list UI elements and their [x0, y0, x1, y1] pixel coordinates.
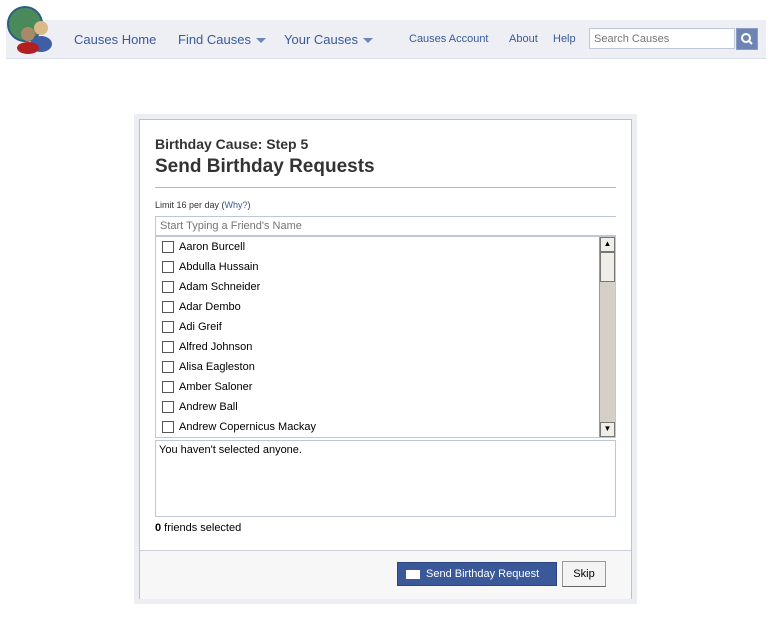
nav-yours-label: Your Causes: [284, 32, 358, 47]
limit-prefix: Limit 16 per day (: [155, 200, 225, 210]
checkbox[interactable]: [162, 421, 174, 433]
nav-about[interactable]: About: [509, 33, 538, 45]
checkbox[interactable]: [162, 241, 174, 253]
friend-name: Andrew Copernicus Mackay: [179, 421, 316, 433]
nav-causes-account[interactable]: Causes Account: [409, 33, 489, 45]
friend-list-item[interactable]: Andrew Copernicus Mackay: [156, 417, 615, 437]
causes-logo-icon[interactable]: [5, 4, 55, 54]
friend-list-item[interactable]: Adam Schneider: [156, 277, 615, 297]
friend-list-item[interactable]: Adi Greif: [156, 317, 615, 337]
limit-text: Limit 16 per day (Why?): [155, 200, 251, 210]
skip-button[interactable]: Skip: [562, 561, 606, 587]
friend-list-item[interactable]: Aaron Burcell: [156, 237, 615, 257]
nav-causes-home[interactable]: Causes Home: [74, 32, 156, 47]
why-link[interactable]: Why?: [225, 200, 248, 210]
send-label: Send Birthday Request: [426, 568, 540, 580]
nav-find-causes[interactable]: Find Causes: [178, 32, 266, 47]
friend-name: Alfred Johnson: [179, 341, 253, 353]
friend-name-input[interactable]: [155, 216, 616, 236]
friend-name: Abdulla Hussain: [179, 261, 259, 273]
page-title: Send Birthday Requests: [155, 156, 375, 177]
friend-name: Adam Schneider: [179, 281, 261, 293]
search-input[interactable]: [589, 28, 735, 49]
nav-your-causes[interactable]: Your Causes: [284, 32, 373, 47]
checkbox[interactable]: [162, 401, 174, 413]
dialog-frame: Birthday Cause: Step 5 Send Birthday Req…: [134, 114, 637, 604]
send-birthday-request-button[interactable]: Send Birthday Request: [397, 562, 557, 586]
chevron-down-icon: [362, 38, 373, 44]
checkbox[interactable]: [162, 321, 174, 333]
selected-count: 0 friends selected: [155, 522, 241, 534]
friend-name: Alisa Eagleston: [179, 361, 255, 373]
scroll-down-icon[interactable]: ▼: [600, 422, 615, 437]
friend-name: Aaron Burcell: [179, 241, 246, 253]
checkbox[interactable]: [162, 261, 174, 273]
count-label: friends selected: [161, 522, 242, 534]
birthday-dialog: Birthday Cause: Step 5 Send Birthday Req…: [139, 119, 632, 599]
envelope-icon: [406, 569, 420, 579]
friend-name: Adar Dembo: [179, 301, 241, 313]
checkbox[interactable]: [162, 361, 174, 373]
limit-suffix: ): [247, 200, 251, 210]
checkbox[interactable]: [162, 341, 174, 353]
nav-find-label: Find Causes: [178, 32, 251, 47]
friend-list-item[interactable]: Andrew Ball: [156, 397, 615, 417]
nav-help[interactable]: Help: [553, 33, 576, 45]
divider: [155, 187, 616, 188]
friend-name: Adi Greif: [179, 321, 222, 333]
friend-list-item[interactable]: Adar Dembo: [156, 297, 615, 317]
scroll-up-icon[interactable]: ▲: [600, 237, 615, 252]
step-label: Birthday Cause: Step 5: [155, 136, 309, 152]
checkbox[interactable]: [162, 381, 174, 393]
friend-list-item[interactable]: Alisa Eagleston: [156, 357, 615, 377]
chevron-down-icon: [255, 38, 266, 44]
friend-name: Amber Saloner: [179, 381, 253, 393]
selected-friends-box: You haven't selected anyone.: [155, 440, 616, 517]
search-button[interactable]: [736, 28, 758, 50]
friend-list-item[interactable]: Alfred Johnson: [156, 337, 615, 357]
friend-name: Andrew Ball: [179, 401, 238, 413]
checkbox[interactable]: [162, 281, 174, 293]
dialog-footer: Send Birthday Request Skip: [140, 550, 631, 599]
friend-list-item[interactable]: Amber Saloner: [156, 377, 615, 397]
scroll-thumb[interactable]: [600, 252, 615, 282]
friend-list-item[interactable]: Abdulla Hussain: [156, 257, 615, 277]
checkbox[interactable]: [162, 301, 174, 313]
search-icon: [741, 33, 753, 45]
friend-list: Aaron Burcell Abdulla Hussain Adam Schneid…: [155, 236, 616, 438]
scrollbar[interactable]: ▲ ▼: [599, 237, 615, 437]
